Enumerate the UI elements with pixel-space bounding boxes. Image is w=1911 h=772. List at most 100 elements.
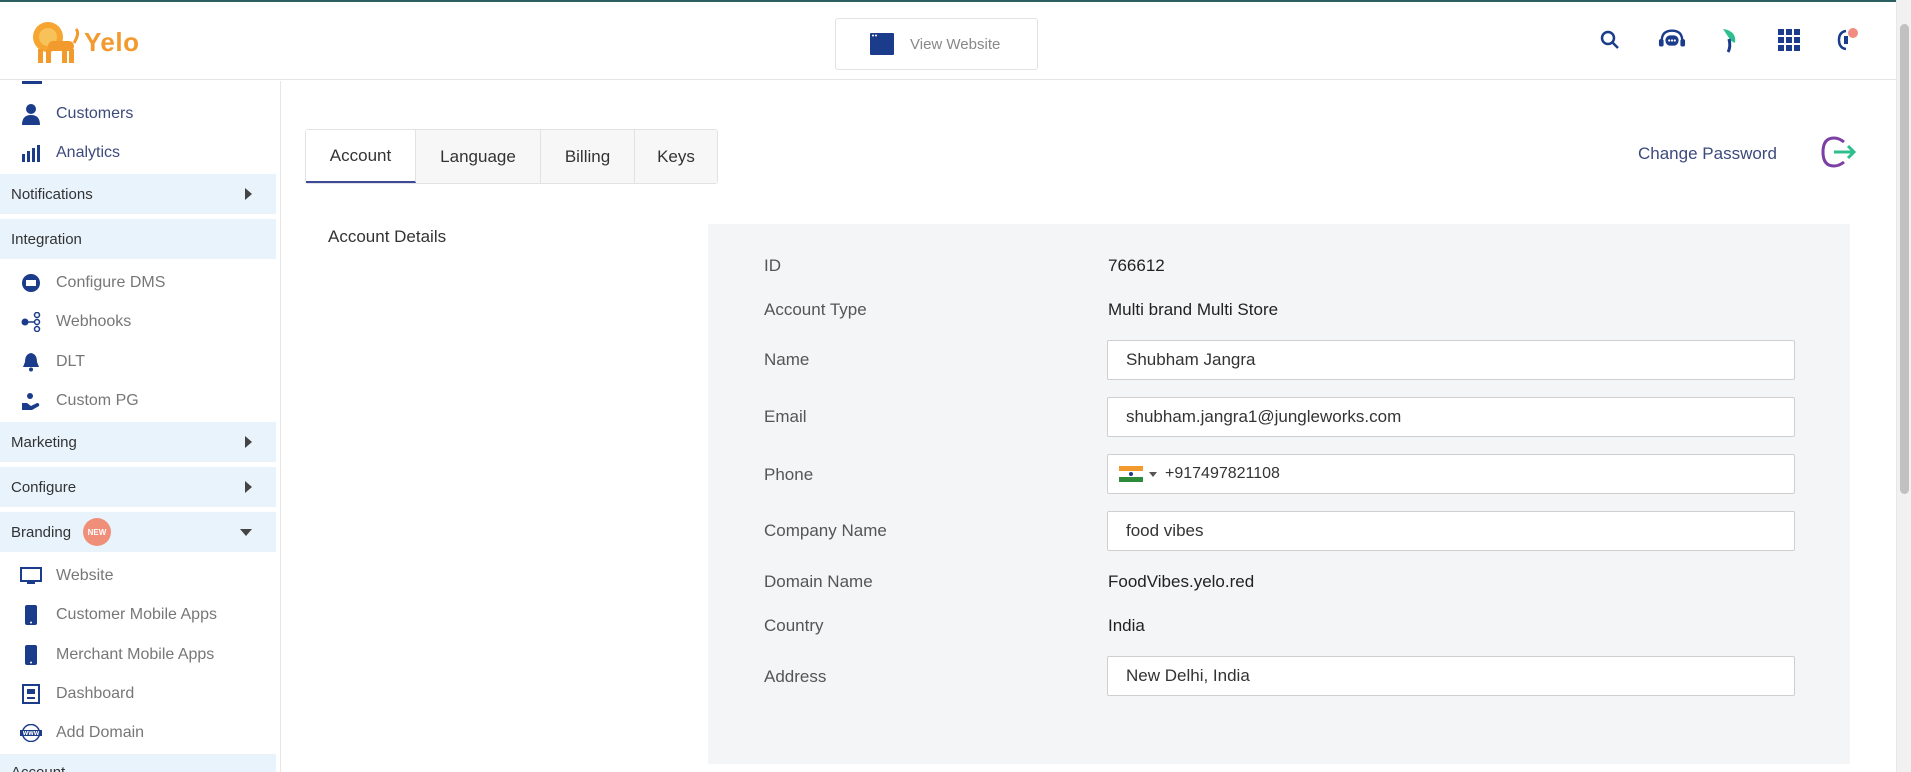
sidebar-item-analytics[interactable]: Analytics	[0, 136, 276, 170]
section-label: Branding	[11, 523, 72, 541]
sidebar-item-customers[interactable]: Customers	[0, 97, 276, 131]
sidebar-item-configure-dms[interactable]: Configure DMS	[0, 266, 276, 300]
sidebar-item-custom-pg[interactable]: Custom PG	[0, 384, 276, 418]
browser-window-icon	[870, 33, 894, 55]
logout-icon[interactable]	[1820, 136, 1858, 168]
payment-icon	[20, 390, 42, 412]
scrollbar-thumb[interactable]	[1900, 24, 1909, 494]
chevron-right-icon	[245, 481, 252, 493]
sidebar-item-dlt[interactable]: DLT	[0, 345, 276, 379]
name-input[interactable]	[1107, 340, 1795, 380]
analytics-icon	[20, 142, 42, 164]
chevron-down-icon[interactable]	[1149, 471, 1157, 477]
leaf-icon	[1723, 29, 1736, 53]
support-chat-icon	[1658, 29, 1686, 47]
company-name-label: Company Name	[764, 521, 887, 540]
apps-grid-icon	[1778, 29, 1800, 51]
tab-keys[interactable]: Keys	[635, 130, 717, 183]
www-icon: WWW	[20, 722, 42, 744]
id-value: 766612	[1108, 256, 1165, 275]
lion-logo-icon	[33, 22, 80, 63]
top-header: Yelo View Website	[0, 2, 1896, 80]
apps-grid-button[interactable]	[1775, 26, 1803, 54]
sidebar-item-add-domain[interactable]: WWW Add Domain	[0, 716, 276, 750]
sidebar-item-label: Website	[56, 567, 114, 584]
customer-icon	[20, 103, 42, 125]
chevron-right-icon	[245, 436, 252, 448]
domain-name-value: FoodVibes.yelo.red	[1108, 572, 1255, 591]
webhooks-icon	[20, 311, 42, 333]
search-button[interactable]	[1596, 26, 1624, 54]
sidebar: Customers Analytics Notifications Integr…	[0, 81, 281, 772]
view-website-button[interactable]: View Website	[835, 18, 1038, 70]
sidebar-section-account[interactable]: Account	[0, 754, 276, 772]
india-flag-icon[interactable]	[1119, 466, 1143, 482]
sidebar-section-marketing[interactable]: Marketing	[0, 422, 276, 462]
company-name-input[interactable]	[1107, 511, 1795, 551]
sidebar-item-customer-mobile-apps[interactable]: Customer Mobile Apps	[0, 598, 276, 632]
leaf-button[interactable]	[1716, 26, 1744, 54]
tab-language[interactable]: Language	[416, 130, 541, 183]
sidebar-item-dashboard[interactable]: Dashboard	[0, 677, 276, 711]
country-value: India	[1108, 616, 1145, 635]
id-label: ID	[764, 256, 781, 275]
tab-billing[interactable]: Billing	[541, 130, 635, 183]
search-icon	[1600, 30, 1619, 49]
mobile-icon	[20, 604, 42, 626]
sidebar-section-notifications[interactable]: Notifications	[0, 174, 276, 214]
yelo-logo[interactable]: Yelo	[28, 18, 139, 66]
chevron-down-icon	[240, 528, 252, 536]
phone-input[interactable]	[1165, 465, 1765, 483]
sidebar-item-label: Configure DMS	[56, 274, 166, 291]
tab-account[interactable]: Account	[306, 130, 416, 183]
svg-text:WWW: WWW	[23, 731, 40, 737]
email-input[interactable]	[1107, 397, 1795, 437]
sidebar-section-integration[interactable]: Integration	[0, 219, 276, 259]
account-type-value: Multi brand Multi Store	[1108, 300, 1279, 319]
sidebar-section-configure[interactable]: Configure	[0, 467, 276, 507]
dashboard-icon	[20, 683, 42, 705]
sidebar-item-label: Add Domain	[56, 724, 145, 741]
email-label: Email	[764, 407, 807, 426]
account-details-title: Account Details	[328, 227, 447, 246]
sidebar-item-label: Custom PG	[56, 392, 139, 409]
logo-text: Yelo	[84, 26, 140, 57]
change-password-link[interactable]: Change Password	[1638, 144, 1777, 164]
country-label: Country	[764, 616, 824, 635]
phone-label: Phone	[764, 465, 814, 484]
sidebar-item-website[interactable]: Website	[0, 559, 276, 593]
view-website-label: View Website	[910, 35, 1001, 53]
sidebar-item-label: Webhooks	[56, 313, 132, 330]
section-label: Integration	[11, 230, 82, 248]
sidebar-item-merchant-mobile-apps[interactable]: Merchant Mobile Apps	[0, 638, 276, 672]
domain-name-label: Domain Name	[764, 572, 873, 591]
section-label: Notifications	[11, 185, 93, 203]
sidebar-item-label: Dashboard	[56, 685, 135, 702]
sidebar-item-label: DLT	[56, 353, 86, 370]
notification-button[interactable]	[1834, 26, 1862, 54]
account-type-label: Account Type	[764, 300, 867, 319]
name-label: Name	[764, 350, 810, 369]
mobile-icon	[20, 644, 42, 666]
section-label: Configure	[11, 478, 77, 496]
address-input[interactable]	[1107, 656, 1795, 696]
sidebar-item-label: Customer Mobile Apps	[56, 606, 217, 623]
notification-icon	[1837, 28, 1858, 51]
sidebar-item-label: Analytics	[56, 144, 121, 161]
settings-tabs: Account Language Billing Keys	[305, 129, 718, 184]
dms-icon	[20, 272, 42, 294]
phone-field	[1107, 454, 1795, 494]
monitor-icon	[20, 565, 42, 587]
address-label: Address	[764, 667, 827, 686]
section-label: Marketing	[11, 433, 77, 451]
support-button[interactable]	[1658, 26, 1686, 54]
chevron-right-icon	[245, 188, 252, 200]
sidebar-item-label: Customers	[56, 105, 134, 122]
bell-icon	[20, 351, 42, 373]
section-label: Account	[11, 764, 65, 772]
sidebar-item-label: Merchant Mobile Apps	[56, 646, 215, 663]
page-scrollbar[interactable]	[1896, 0, 1911, 772]
sidebar-section-branding[interactable]: Branding NEW	[0, 512, 276, 552]
sidebar-item-webhooks[interactable]: Webhooks	[0, 305, 276, 339]
new-badge: NEW	[83, 518, 111, 546]
